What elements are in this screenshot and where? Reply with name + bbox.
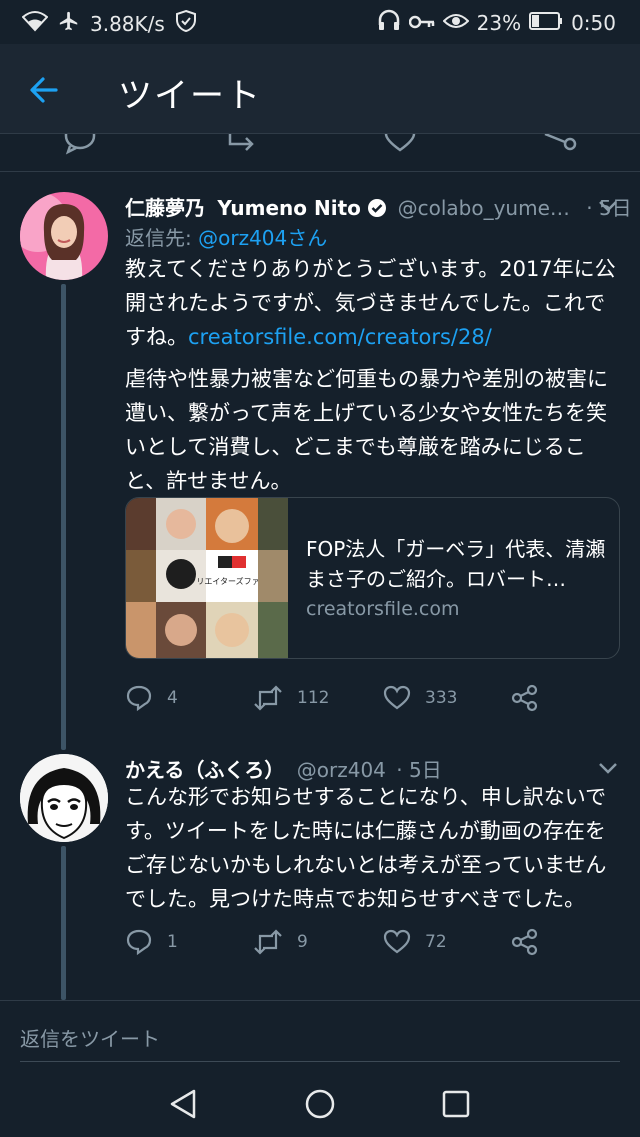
share-button[interactable] <box>511 684 539 712</box>
eye-icon <box>442 11 470 35</box>
share-icon <box>511 684 538 712</box>
airplane-icon <box>58 10 80 37</box>
thread-line <box>61 284 66 750</box>
tweet[interactable]: 仁藤夢乃 Yumeno Nito @colabo_yume… · 5日 返信先:… <box>0 172 640 750</box>
link-card-domain: creatorsfile.com <box>306 598 460 620</box>
network-speed: 3.88K/s <box>90 11 165 36</box>
previous-tweet-actions <box>0 134 640 172</box>
tweet-menu-button[interactable] <box>596 756 620 780</box>
tweet-actions: 4 112 333 <box>125 684 620 724</box>
reply-to-label: 返信先: <box>125 226 192 250</box>
link-card[interactable]: クリエイターズファイル FOP法人「ガーベラ」代表、清瀬まさ子のご紹介。ロバート… <box>125 497 620 659</box>
reply-button[interactable]: 1 <box>125 928 178 956</box>
verified-badge-icon <box>367 198 387 223</box>
reply-to-handle[interactable]: @orz404さん <box>198 226 327 250</box>
back-button[interactable] <box>26 72 62 108</box>
avatar[interactable] <box>20 754 108 842</box>
wifi-icon <box>21 10 49 37</box>
link-card-thumbnail: クリエイターズファイル <box>126 498 288 658</box>
reply-input[interactable]: 返信をツイート <box>20 1023 160 1052</box>
tweet[interactable]: かえる（ふくろ） @orz404 · 5日 こんな形でお知らせすることになり、申… <box>0 750 640 1000</box>
retweet-button[interactable]: 9 <box>253 928 308 956</box>
tweet-text: こんな形でお知らせすることになり、申し訳ないです。ツイートをした時には仁藤さんが… <box>125 785 607 911</box>
reply-button[interactable]: 4 <box>125 684 178 712</box>
reply-icon <box>126 929 152 956</box>
reply-icon <box>126 685 152 712</box>
like-count: 333 <box>425 688 458 708</box>
heart-icon <box>383 929 411 954</box>
shield-icon <box>175 9 197 38</box>
retweet-count: 9 <box>297 932 308 952</box>
battery-icon <box>529 11 563 35</box>
system-nav-bar <box>0 1070 640 1137</box>
key-icon <box>408 11 435 35</box>
share-icon[interactable] <box>544 134 577 151</box>
retweet-count: 112 <box>297 688 330 708</box>
handle[interactable]: @orz404 <box>297 758 386 782</box>
reply-icon[interactable] <box>64 134 96 155</box>
display-name-en[interactable]: Yumeno Nito <box>217 196 361 220</box>
tweet-link[interactable]: creatorsfile.com/creators/28/ <box>188 325 492 349</box>
tweet-text-paragraph: 虐待や性暴力被害など何重もの暴力や差別の被害に遭い、繋がって声を上げている少女や… <box>125 367 608 493</box>
chevron-down-icon <box>599 201 617 212</box>
like-icon[interactable] <box>384 134 416 152</box>
like-button[interactable]: 333 <box>383 684 457 712</box>
tweet-actions: 1 9 72 <box>125 928 620 968</box>
retweet-icon <box>254 685 282 711</box>
headphones-icon <box>377 9 401 36</box>
retweet-button[interactable]: 112 <box>253 684 329 712</box>
chevron-down-icon <box>599 763 617 774</box>
tweet-header: かえる（ふくろ） @orz404 · 5日 <box>125 754 442 783</box>
clock: 0:50 <box>571 10 616 35</box>
timestamp[interactable]: · 5日 <box>396 758 441 782</box>
battery-percent: 23% <box>476 10 522 35</box>
reply-count: 4 <box>167 688 178 708</box>
avatar[interactable] <box>20 192 108 280</box>
app-bar: ツイート <box>0 44 640 134</box>
share-button[interactable] <box>511 928 539 956</box>
like-count: 72 <box>425 932 447 952</box>
thread-line <box>61 846 66 1000</box>
square-recents-icon <box>442 1090 470 1118</box>
tweet-menu-button[interactable] <box>596 194 620 218</box>
like-button[interactable]: 72 <box>383 928 447 956</box>
status-bar: 3.88K/s 23% 0:50 <box>0 0 640 44</box>
reply-input-underline <box>20 1061 620 1062</box>
handle[interactable]: @colabo_yume… <box>398 196 570 220</box>
heart-icon <box>383 685 411 710</box>
reply-to: 返信先: @orz404さん <box>125 222 327 251</box>
display-name[interactable]: 仁藤夢乃 <box>125 196 205 220</box>
triangle-back-icon <box>170 1089 196 1119</box>
retweet-icon <box>254 929 282 955</box>
page-title: ツイート <box>118 76 262 116</box>
retweet-icon[interactable] <box>228 134 254 151</box>
nav-home-button[interactable] <box>304 1088 336 1120</box>
tweet-text: 教えてくださりありがとうございます。2017年に公開されたようですが、気づきませ… <box>125 252 620 354</box>
link-card-title: FOP法人「ガーベラ」代表、清瀬まさ子のご紹介。ロバート… <box>306 537 606 591</box>
share-icon <box>511 928 538 956</box>
nav-recents-button[interactable] <box>440 1088 472 1120</box>
display-name[interactable]: かえる（ふくろ） <box>125 758 284 782</box>
reply-composer: 返信をツイート <box>0 1000 640 1070</box>
reply-count: 1 <box>167 932 178 952</box>
nav-back-button[interactable] <box>168 1088 200 1120</box>
tweet-header: 仁藤夢乃 Yumeno Nito @colabo_yume… · 5日 <box>125 192 632 223</box>
circle-home-icon <box>305 1089 335 1119</box>
arrow-left-icon <box>30 77 58 103</box>
